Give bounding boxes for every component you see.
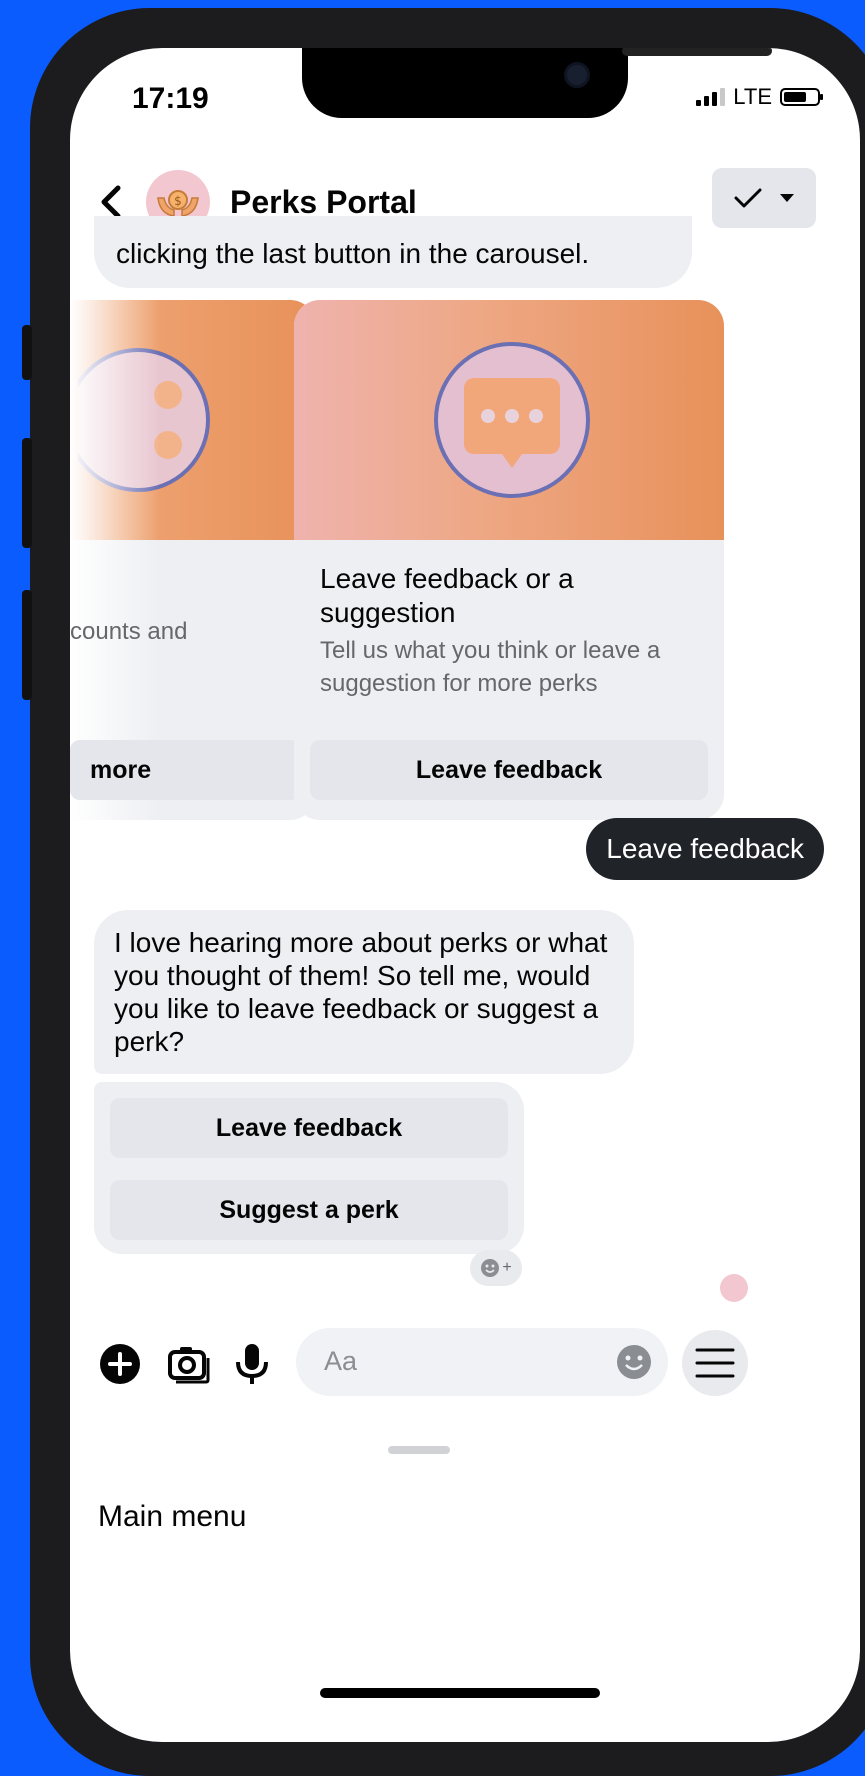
carousel-card-feedback: Leave feedback or a suggestion Tell us w…: [294, 300, 724, 820]
volume-up-button: [22, 438, 32, 548]
plus-icon: +: [502, 1259, 512, 1276]
volume-down-button: [22, 590, 32, 700]
card-description: counts and: [70, 618, 188, 645]
quick-replies: Leave feedback Suggest a perk: [94, 1082, 524, 1254]
read-receipt-avatar: [720, 1274, 748, 1302]
battery-icon: [780, 88, 823, 106]
bot-message-bubble: I love hearing more about perks or what …: [94, 910, 634, 1074]
card-description: Tell us what you think or leave a sugges…: [320, 637, 661, 697]
phone-screen: 17:19 LTE $ Perks Portal clicking the la…: [70, 48, 860, 1742]
chat-bubble-icon: [434, 342, 590, 498]
camera-icon[interactable]: [164, 1340, 212, 1388]
add-reaction-button[interactable]: +: [470, 1250, 522, 1286]
message-input[interactable]: Aa: [296, 1328, 668, 1396]
card-title: Leave feedback or a suggestion: [320, 563, 574, 628]
leave-feedback-button[interactable]: Leave feedback: [110, 1098, 508, 1158]
notch: [302, 48, 772, 118]
emoji-icon[interactable]: [616, 1344, 652, 1380]
home-indicator: [320, 1688, 600, 1698]
mark-done-menu-button[interactable]: [712, 168, 816, 228]
plus-circle-icon[interactable]: [96, 1340, 144, 1388]
checkmark-icon: [734, 188, 762, 208]
leave-feedback-card-button[interactable]: Leave feedback: [310, 740, 708, 800]
main-menu-label[interactable]: Main menu: [98, 1500, 246, 1534]
hamburger-icon: [695, 1348, 735, 1378]
previous-message-bubble: clicking the last button in the carousel…: [94, 216, 692, 288]
user-message-bubble: Leave feedback: [586, 818, 824, 880]
mute-switch: [22, 325, 32, 380]
caret-down-icon: [780, 194, 794, 202]
microphone-icon[interactable]: [228, 1340, 276, 1388]
card-image: [294, 300, 724, 540]
signal-icon: [696, 88, 726, 106]
suggest-perk-button[interactable]: Suggest a perk: [110, 1180, 508, 1240]
learn-more-button[interactable]: more: [70, 740, 300, 800]
drag-handle[interactable]: [388, 1446, 450, 1454]
status-icons: LTE: [696, 84, 823, 110]
menu-button[interactable]: [682, 1330, 748, 1396]
carousel-card-previous: counts and more: [70, 300, 316, 820]
message-composer: Aa: [70, 1328, 860, 1408]
message-placeholder: Aa: [324, 1346, 358, 1376]
network-label: LTE: [733, 84, 772, 109]
smiley-icon: [481, 1259, 500, 1277]
speaker: [622, 48, 772, 56]
status-time: 17:19: [132, 82, 209, 115]
svg-text:$: $: [174, 194, 182, 208]
front-camera: [564, 62, 590, 88]
